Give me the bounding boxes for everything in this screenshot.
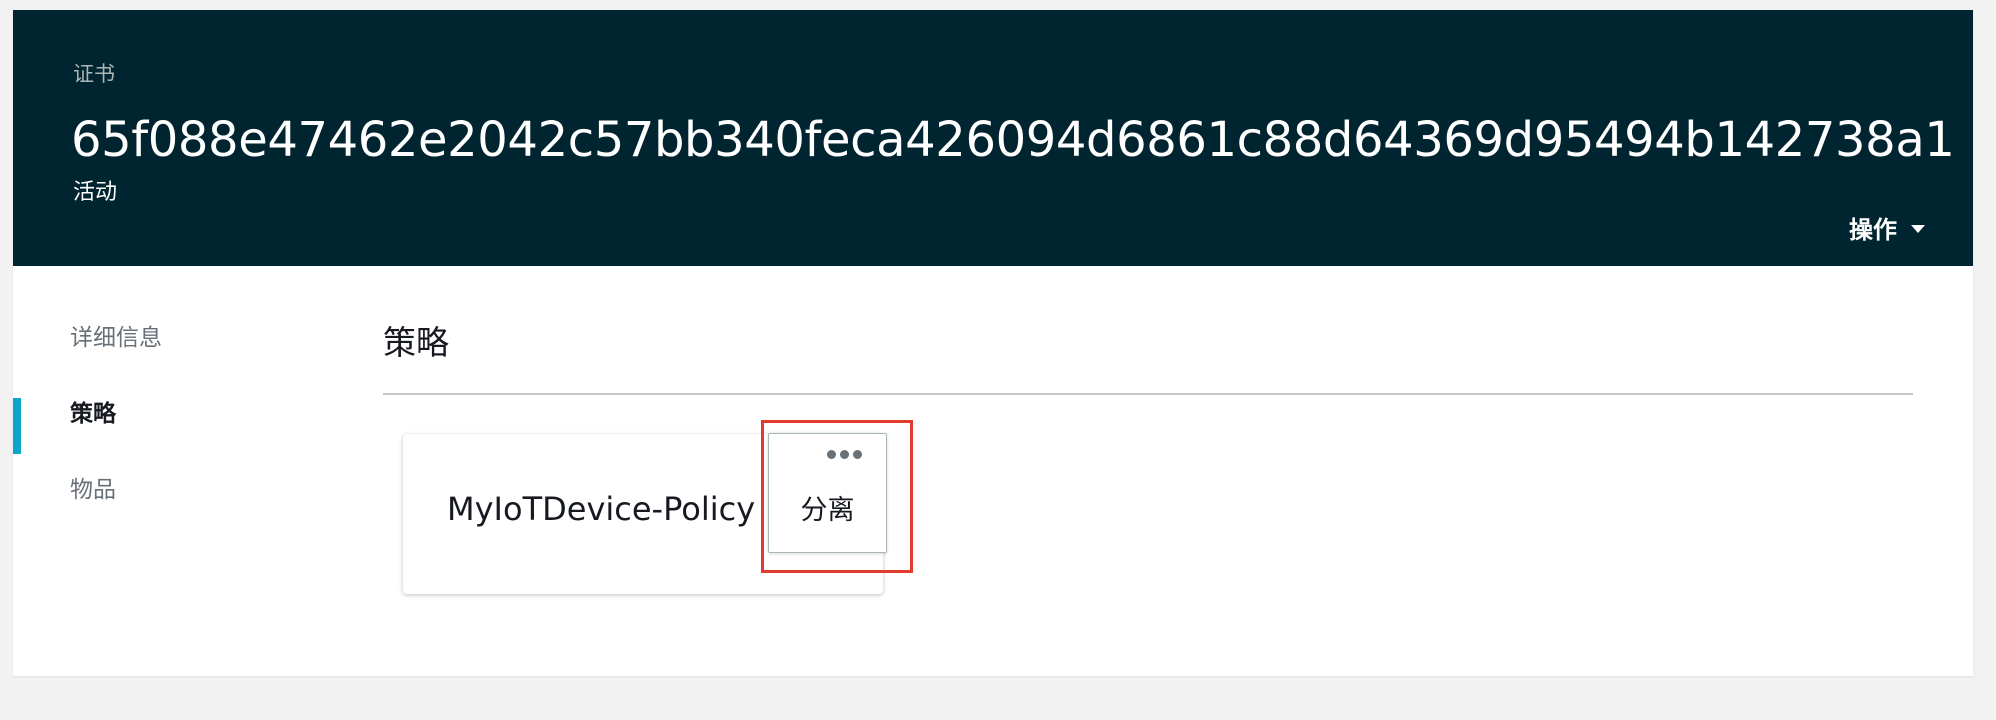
actions-label: 操作	[1849, 216, 1897, 244]
caret-down-icon	[1911, 224, 1925, 233]
certificate-header: 证书 65f088e47462e2042c57bb340feca426094d6…	[13, 10, 1973, 266]
active-nav-indicator	[13, 398, 21, 454]
header-label: 证书	[73, 62, 115, 86]
policy-name[interactable]: MyIoTDevice-Policy	[447, 490, 755, 528]
certificate-id-title: 65f088e47462e2042c57bb340feca426094d6861…	[71, 112, 1955, 168]
actions-dropdown-button[interactable]: 操作	[1849, 210, 1925, 245]
policy-actions-menu: 分离	[768, 433, 887, 553]
detach-menu-item[interactable]: 分离	[769, 488, 886, 527]
nav-item-policies[interactable]: 策略	[70, 394, 116, 428]
more-dots-icon[interactable]	[827, 450, 862, 459]
certificate-status: 活动	[73, 180, 118, 205]
nav-item-details[interactable]: 详细信息	[70, 318, 162, 352]
section-title: 策略	[383, 323, 449, 362]
nav-item-things[interactable]: 物品	[70, 470, 116, 504]
section-divider	[383, 393, 1913, 395]
certificate-panel: 证书 65f088e47462e2042c57bb340feca426094d6…	[13, 10, 1973, 676]
